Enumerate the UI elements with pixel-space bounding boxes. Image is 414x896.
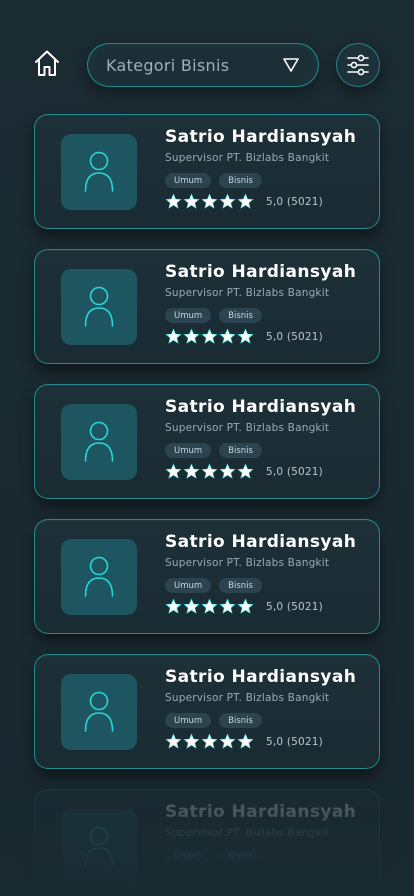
star-icon [219,193,236,209]
star-icon [201,733,218,749]
star-icon [219,463,236,479]
star-rating [165,733,254,750]
star-icon [183,598,200,614]
rating: 5,0 (5021) [165,328,323,345]
mentor-role: Supervisor PT. Bizlabs Bangkit [165,827,330,839]
mentor-card[interactable]: Satrio Hardiansyah Supervisor PT. Bizlab… [34,654,380,769]
user-icon [84,151,114,192]
rating-value: 5,0 (5021) [266,330,323,343]
mentor-card[interactable]: Satrio Hardiansyah Supervisor PT. Bizlab… [34,114,380,229]
mentor-card[interactable]: Satrio Hardiansyah Supervisor PT. Bizlab… [34,384,380,499]
user-icon [84,286,114,327]
mentor-role: Supervisor PT. Bizlabs Bangkit [165,287,330,299]
tag-badge: Umum [165,848,212,863]
star-icon [165,463,182,479]
category-dropdown[interactable]: Kategori Bisnis [87,43,319,87]
tag-badge: Umum [165,308,212,323]
star-icon [237,328,254,344]
rating-value: 5,0 (5021) [266,195,323,208]
mentor-list-screen: Kategori Bisnis Satrio Hardiansyah Super… [0,0,414,896]
tag-badge: Bisnis [219,173,262,188]
star-icon [237,463,254,479]
tag-list: Umum Bisnis [165,443,262,458]
star-icon [183,733,200,749]
star-icon [237,733,254,749]
tag-badge: Umum [165,443,212,458]
mentor-name: Satrio Hardiansyah [165,667,357,687]
star-icon [201,463,218,479]
star-rating [165,328,254,345]
star-icon [183,328,200,344]
star-icon [183,463,200,479]
mentor-name: Satrio Hardiansyah [165,802,357,822]
mentor-role: Supervisor PT. Bizlabs Bangkit [165,422,330,434]
mentor-card[interactable]: Satrio Hardiansyah Supervisor PT. Bizlab… [34,519,380,634]
mentor-name: Satrio Hardiansyah [165,532,357,552]
star-icon [201,328,218,344]
rating-value: 5,0 (5021) [266,735,323,748]
tag-badge: Bisnis [219,713,262,728]
tag-list: Umum Bisnis [165,308,262,323]
mentor-role: Supervisor PT. Bizlabs Bangkit [165,692,330,704]
tag-badge: Umum [165,713,212,728]
tag-badge: Bisnis [219,848,262,863]
rating-value: 5,0 (5021) [266,465,323,478]
star-icon [219,328,236,344]
mentor-role: Supervisor PT. Bizlabs Bangkit [165,152,330,164]
filter-button[interactable] [336,43,380,87]
rating: 5,0 (5021) [165,598,323,615]
star-rating [165,463,254,480]
triangle-down-icon [282,57,300,73]
tag-badge: Bisnis [219,578,262,593]
avatar [61,269,137,345]
avatar [61,404,137,480]
tag-list: Umum Bisnis [165,713,262,728]
tag-badge: Bisnis [219,443,262,458]
tag-badge: Umum [165,173,212,188]
tag-badge: Umum [165,578,212,593]
avatar [61,809,137,885]
category-dropdown-label: Kategori Bisnis [106,55,230,75]
mentor-name: Satrio Hardiansyah [165,127,357,147]
rating: 5,0 (5021) [165,733,323,750]
mentor-card[interactable]: Satrio Hardiansyah Supervisor PT. Bizlab… [34,249,380,364]
star-rating [165,193,254,210]
tag-badge: Bisnis [219,308,262,323]
mentor-name: Satrio Hardiansyah [165,262,357,282]
avatar [61,134,137,210]
star-icon [237,598,254,614]
star-icon [183,193,200,209]
tag-list: Umum Bisnis [165,173,262,188]
mentor-name: Satrio Hardiansyah [165,397,357,417]
avatar [61,539,137,615]
star-icon [201,193,218,209]
star-icon [165,193,182,209]
star-rating [165,598,254,615]
user-icon [84,826,114,867]
home-button[interactable] [28,44,66,82]
rating: 5,0 (5021) [165,463,323,480]
mentor-card[interactable]: Satrio Hardiansyah Supervisor PT. Bizlab… [34,789,380,896]
tag-list: Umum Bisnis [165,848,262,863]
avatar [61,674,137,750]
sliders-icon [347,54,369,76]
mentor-role: Supervisor PT. Bizlabs Bangkit [165,557,330,569]
rating: 5,0 (5021) [165,193,323,210]
rating-value: 5,0 (5021) [266,600,323,613]
home-icon [35,50,59,76]
star-icon [219,733,236,749]
user-icon [84,421,114,462]
star-icon [165,733,182,749]
tag-list: Umum Bisnis [165,578,262,593]
star-icon [237,193,254,209]
star-icon [219,598,236,614]
user-icon [84,691,114,732]
star-icon [165,328,182,344]
star-icon [165,598,182,614]
star-icon [201,598,218,614]
user-icon [84,556,114,597]
